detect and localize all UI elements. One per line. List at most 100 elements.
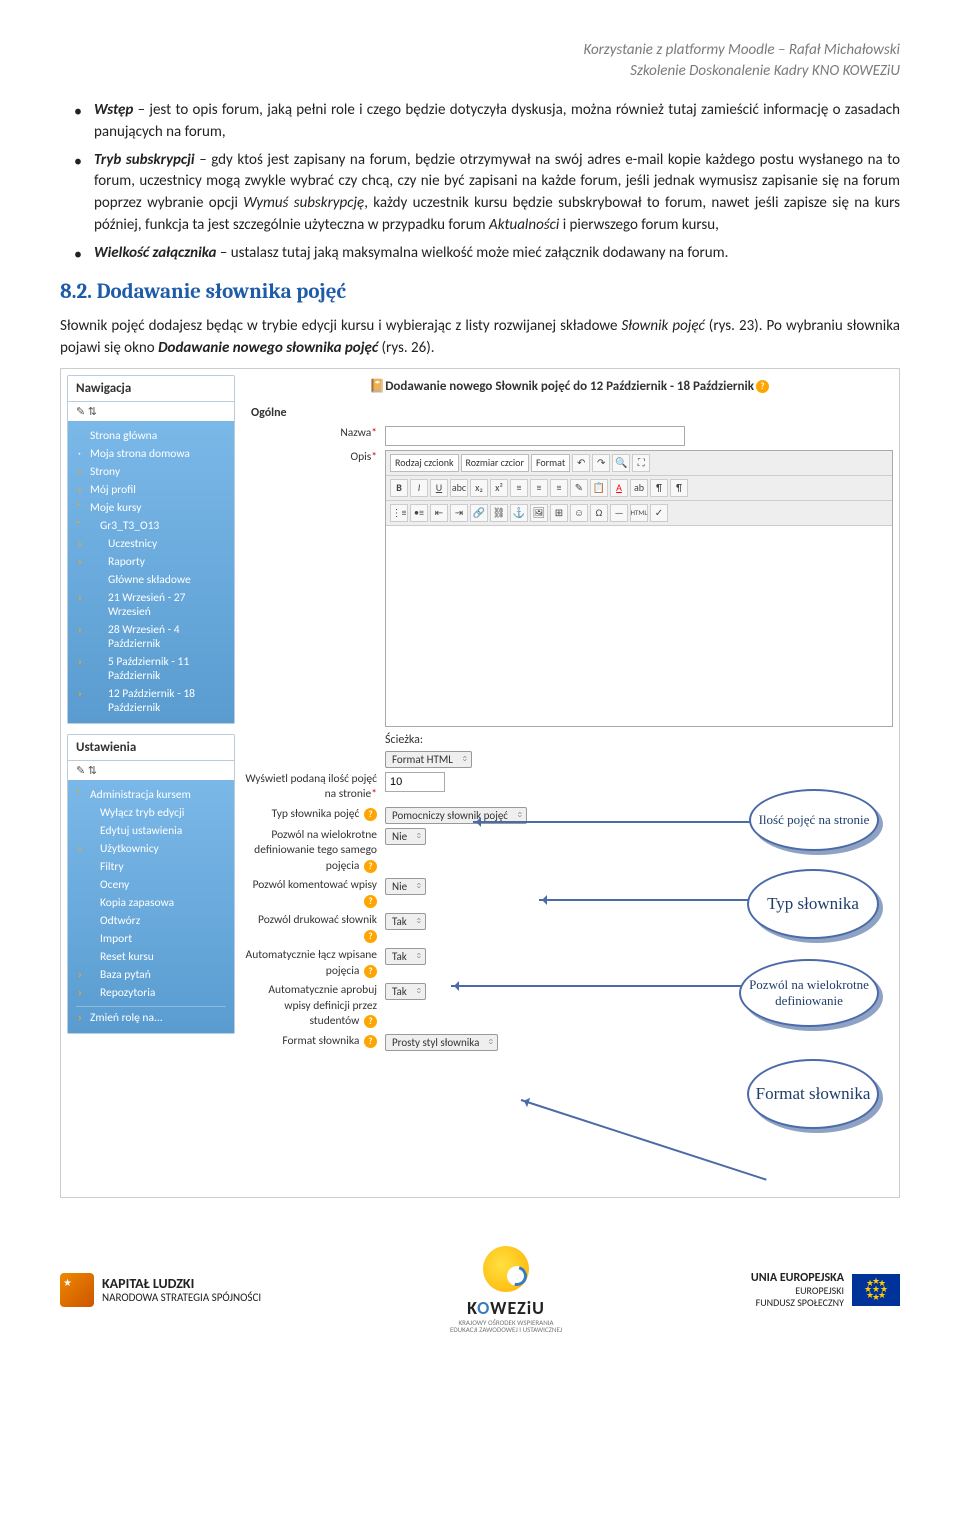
align-center-icon[interactable]: ≡ [530, 479, 548, 497]
comment-select[interactable]: Nie [385, 878, 426, 895]
unlink-icon[interactable]: ⛓ [490, 504, 508, 522]
char-icon[interactable]: Ω [590, 504, 608, 522]
bold-icon[interactable]: B [390, 479, 408, 497]
image-icon[interactable]: 🖼 [530, 504, 548, 522]
nav-sub-week1[interactable]: 21 Wrzesień - 27 Wrzesień [76, 589, 226, 621]
settings-item[interactable]: Filtry [76, 858, 226, 876]
settings-item[interactable]: Użytkownicy [76, 840, 226, 858]
ul-icon[interactable]: •≡ [410, 504, 428, 522]
nav-item-home[interactable]: Strona główna [76, 427, 226, 445]
outdent-icon[interactable]: ⇤ [430, 504, 448, 522]
settings-item[interactable]: Wyłącz tryb edycji [76, 804, 226, 822]
spell-icon[interactable]: ✓ [650, 504, 668, 522]
nav-sub-main[interactable]: Główne składowe [76, 571, 226, 589]
logo-koweziu: KOWEZiU KRAJOWY OŚRODEK WSPIERANIA EDUKA… [450, 1246, 562, 1334]
align-right-icon[interactable]: ≡ [550, 479, 568, 497]
indent-icon[interactable]: ⇥ [450, 504, 468, 522]
undo-icon[interactable]: ↶ [572, 454, 590, 472]
nav-sub-reports[interactable]: Raporty [76, 553, 226, 571]
help-icon[interactable]: ? [364, 895, 377, 908]
superscript-icon[interactable]: x² [490, 479, 508, 497]
nav-sub-week3[interactable]: 5 Październik - 11 Październik [76, 653, 226, 685]
emoji-icon[interactable]: ☺ [570, 504, 588, 522]
help-icon[interactable]: ? [364, 860, 377, 873]
form-heading: 📔Dodawanie nowego Słownik pojęć do 12 Pa… [245, 379, 893, 394]
help-icon[interactable]: ? [364, 930, 377, 943]
settings-item[interactable]: Import [76, 930, 226, 948]
help-icon[interactable]: ? [364, 1035, 377, 1048]
fullscreen-icon[interactable]: ⛶ [632, 454, 650, 472]
label-comment: Pozwól komentować wpisy ? [245, 878, 385, 909]
count-input[interactable] [385, 772, 445, 792]
footer: KAPITAŁ LUDZKI NARODOWA STRATEGIA SPÓJNO… [0, 1228, 960, 1352]
textcolor-icon[interactable]: A [610, 479, 628, 497]
align-left-icon[interactable]: ≡ [510, 479, 528, 497]
settings-item[interactable]: Odtwórz [76, 912, 226, 930]
nav-item-courses[interactable]: Moje kursy [76, 499, 226, 517]
clean-icon[interactable]: ✎ [570, 479, 588, 497]
html-icon[interactable]: HTML [630, 504, 648, 522]
label-path: Ścieżka: [385, 733, 423, 747]
underline-icon[interactable]: U [430, 479, 448, 497]
rtl-icon[interactable]: ¶ [670, 479, 688, 497]
edit-icons[interactable]: ✎ ⇅ [68, 402, 234, 421]
label-multi: Pozwól na wielokrotne definiowanie tego … [245, 828, 385, 875]
print-select[interactable]: Tak [385, 913, 426, 930]
settings-item[interactable]: Edytuj ustawienia [76, 822, 226, 840]
paste-icon[interactable]: 📋 [590, 479, 608, 497]
font-select[interactable]: Rodzaj czcionk [390, 454, 459, 472]
size-select[interactable]: Rozmiar czcior [461, 454, 529, 472]
format-html-select[interactable]: Format HTML [385, 751, 472, 768]
find-icon[interactable]: 🔍 [612, 454, 630, 472]
approve-select[interactable]: Tak [385, 983, 426, 1000]
help-icon[interactable]: ? [364, 1015, 377, 1028]
dformat-select[interactable]: Prosty styl słownika [385, 1034, 498, 1051]
name-input[interactable] [385, 426, 685, 446]
settings-item[interactable]: Kopia zapasowa [76, 894, 226, 912]
redo-icon[interactable]: ↷ [592, 454, 610, 472]
settings-item[interactable]: Reset kursu [76, 948, 226, 966]
nav-sub-week4[interactable]: 12 Październik - 18 Październik [76, 685, 226, 717]
format-select[interactable]: Format [531, 454, 570, 472]
bullet-item: Wielkość załącznika – ustalasz tutaj jak… [74, 243, 900, 265]
label-dformat: Format słownika ? [245, 1034, 385, 1050]
nav-item-myhome[interactable]: Moja strona domowa [76, 445, 226, 463]
callout-type: Typ słownika [747, 869, 879, 939]
ol-icon[interactable]: ⋮≡ [390, 504, 408, 522]
highlight-icon[interactable]: ab [630, 479, 648, 497]
settings-admin[interactable]: Administracja kursem [76, 786, 226, 804]
anchor-icon[interactable]: ⚓ [510, 504, 528, 522]
arrow-icon [473, 821, 781, 823]
nav-course[interactable]: Gr3_T3_O13 [76, 517, 226, 535]
settings-role[interactable]: Zmień rolę na... [76, 1006, 226, 1027]
nav-sub-participants[interactable]: Uczestnicy [76, 535, 226, 553]
table-icon[interactable]: ⊞ [550, 504, 568, 522]
callout-multi: Pozwól na wielokrotne definiowanie [739, 959, 879, 1027]
link-icon[interactable]: 🔗 [470, 504, 488, 522]
settings-title: Ustawienia [68, 735, 234, 761]
settings-item[interactable]: Oceny [76, 876, 226, 894]
edit-icons[interactable]: ✎ ⇅ [68, 761, 234, 780]
help-icon[interactable]: ? [756, 380, 769, 393]
help-icon[interactable]: ? [364, 965, 377, 978]
bullet-list: Wstęp – jest to opis forum, jaką pełni r… [60, 100, 900, 264]
nav-sub-week2[interactable]: 28 Wrzesień - 4 Październik [76, 621, 226, 653]
hr-icon[interactable]: — [610, 504, 628, 522]
rich-editor[interactable]: Rodzaj czcionk Rozmiar czcior Format ↶ ↷… [385, 450, 893, 727]
strike-icon[interactable]: abc [450, 479, 468, 497]
help-icon[interactable]: ? [364, 808, 377, 821]
editor-body[interactable] [386, 526, 892, 726]
logo-eu: UNIA EUROPEJSKA EUROPEJSKI FUNDUSZ SPOŁE… [751, 1272, 900, 1309]
paragraph: Słownik pojęć dodajesz będąc w trybie ed… [60, 316, 900, 360]
nav-item-profile[interactable]: Mój profil [76, 481, 226, 499]
multi-select[interactable]: Nie [385, 828, 426, 845]
settings-block: Ustawienia ✎ ⇅ Administracja kursem Wyłą… [67, 734, 235, 1034]
nav-item-pages[interactable]: Strony [76, 463, 226, 481]
settings-item[interactable]: Baza pytań [76, 966, 226, 984]
italic-icon[interactable]: I [410, 479, 428, 497]
autolink-select[interactable]: Tak [385, 948, 426, 965]
ltr-icon[interactable]: ¶ [650, 479, 668, 497]
subscript-icon[interactable]: x₂ [470, 479, 488, 497]
header-line2: Szkolenie Doskonalenie Kadry KNO KOWEZiU [60, 61, 900, 82]
settings-item[interactable]: Repozytoria [76, 984, 226, 1002]
